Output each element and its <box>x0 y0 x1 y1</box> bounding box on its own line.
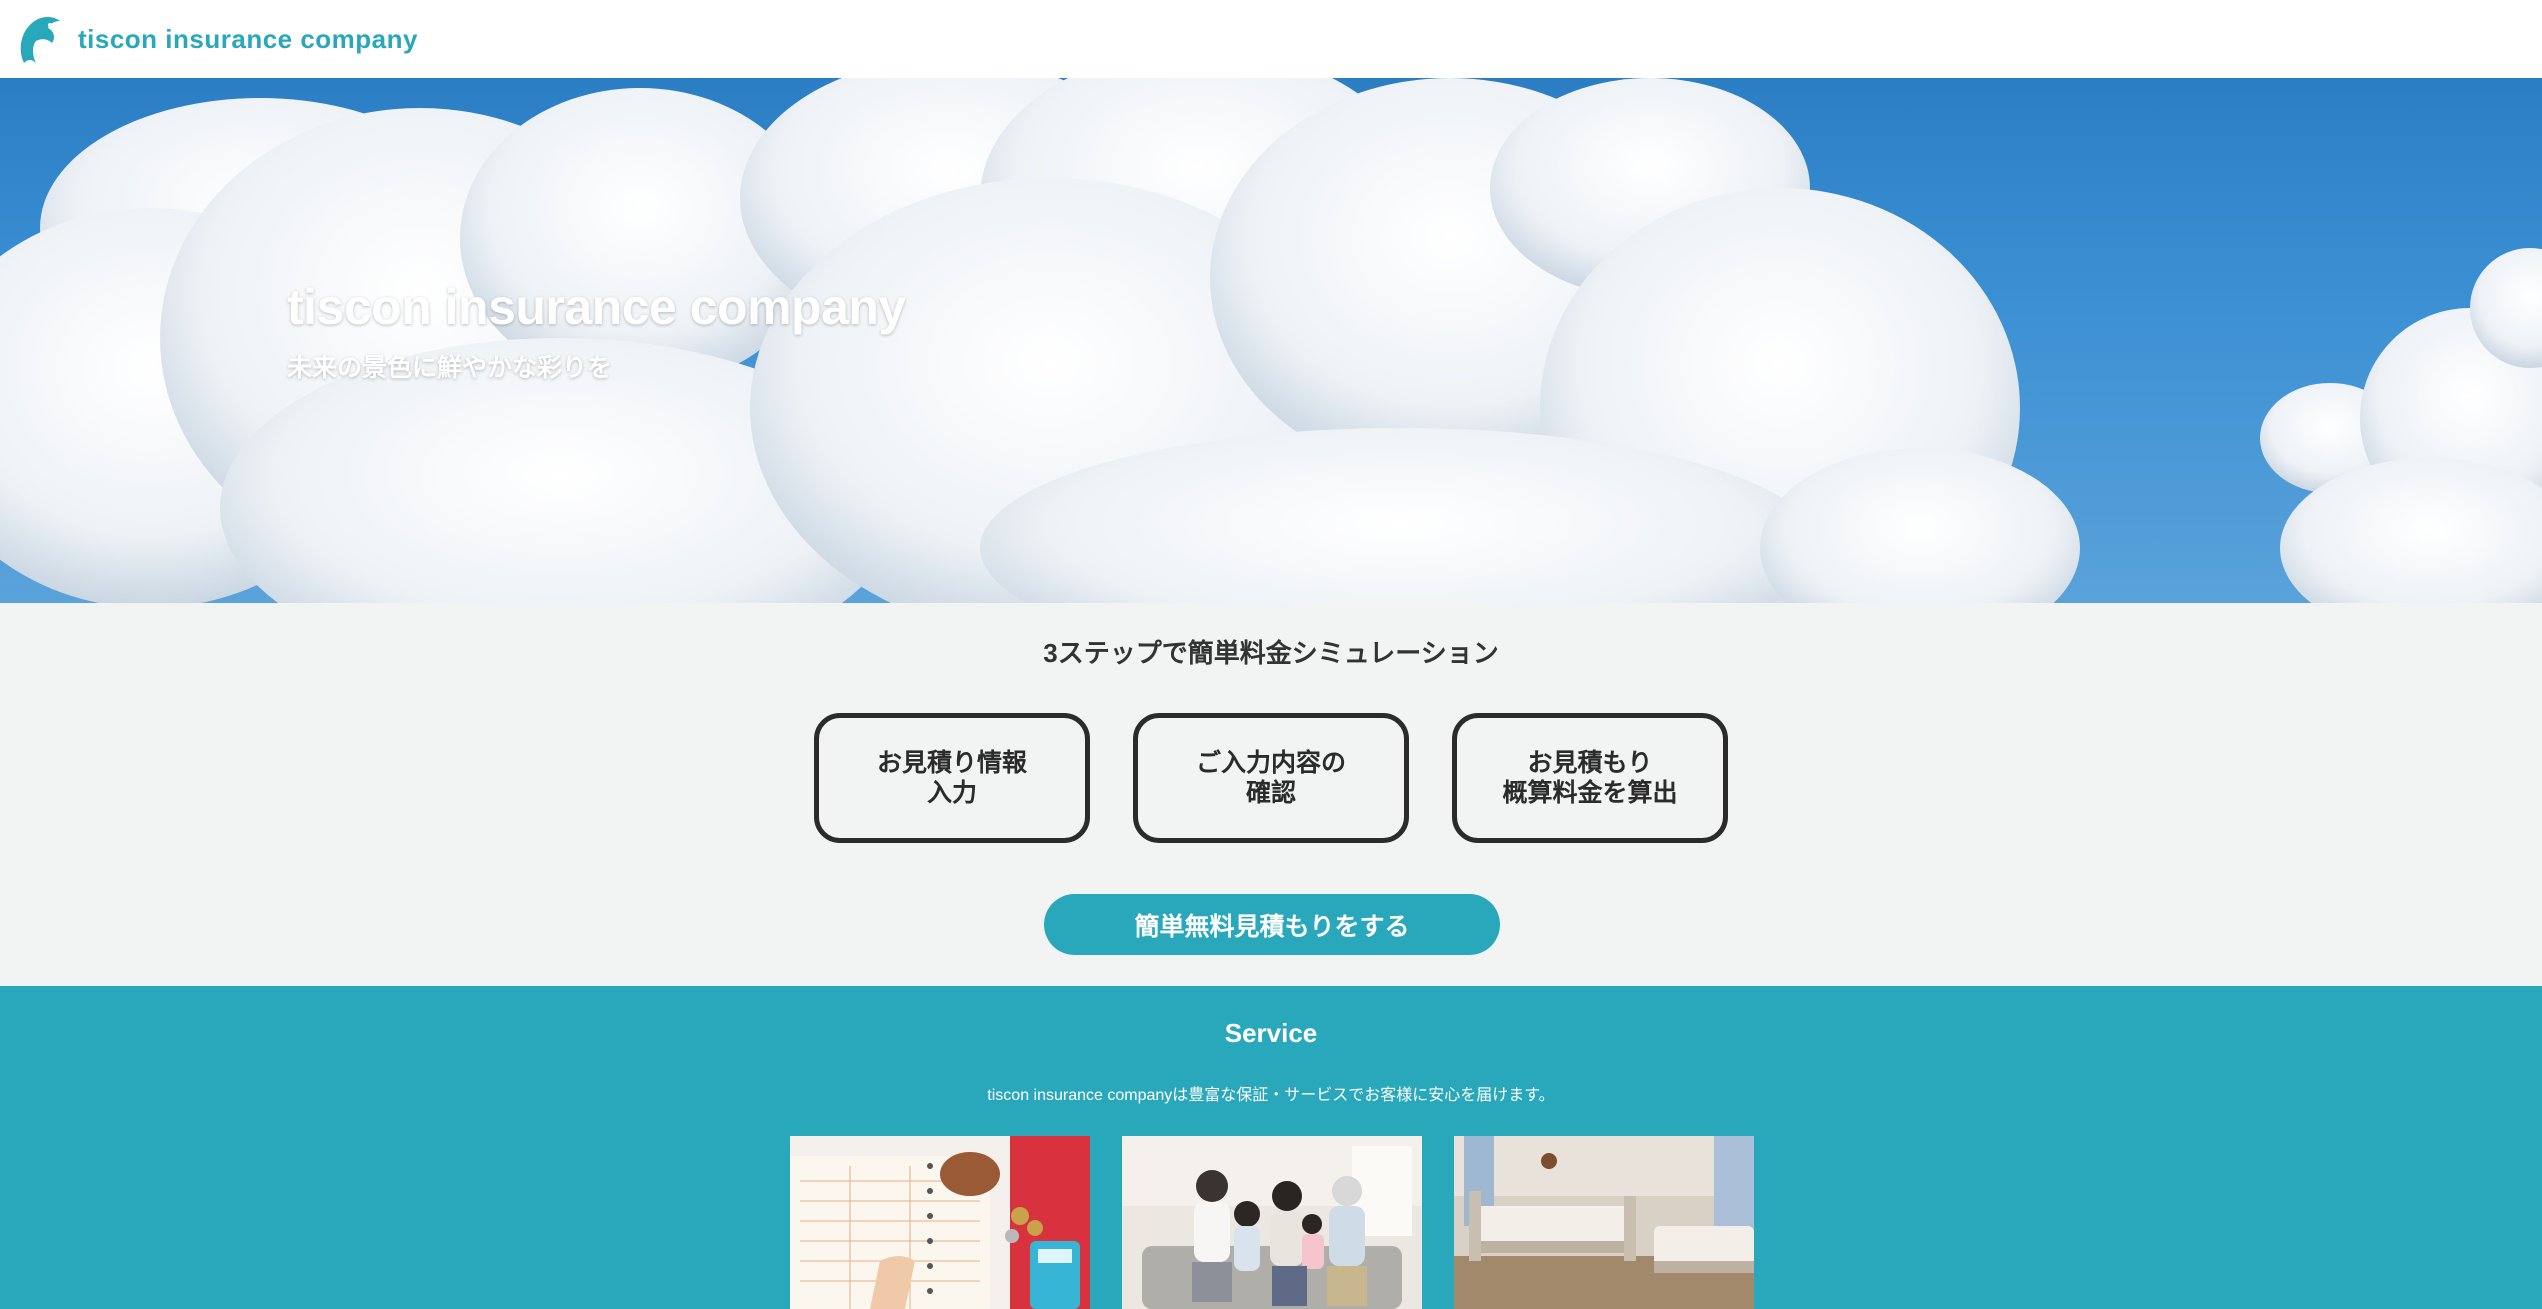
site-header: tiscon insurance company <box>0 0 2542 78</box>
dolphin-icon[interactable] <box>14 11 64 67</box>
step-3: お見積もり 概算料金を算出 <box>1452 713 1728 843</box>
service-description: tiscon insurance companyは豊富な保証・サービスでお客様に… <box>987 1087 1555 1104</box>
service-cards <box>790 1136 1754 1309</box>
step-2: ご入力内容の 確認 <box>1133 713 1409 843</box>
hero-title: tiscon insurance company <box>287 279 906 335</box>
service-card-family[interactable] <box>1122 1136 1422 1309</box>
free-estimate-button[interactable]: 簡単無料見積もりをする <box>1044 894 1500 955</box>
service-section: Service tiscon insurance companyは豊富な保証・サ… <box>0 986 2542 1309</box>
brand-name[interactable]: tiscon insurance company <box>78 24 418 55</box>
simulation-section: 3ステップで簡単料金シミュレーション お見積り情報 入力 ご入力内容の 確認 お… <box>0 603 2542 986</box>
hero-text: tiscon insurance company 未来の景色に鮮やかな彩りを <box>287 278 906 384</box>
hospital-bed-image <box>1454 1136 1754 1309</box>
service-title: Service <box>1224 1018 1318 1048</box>
hero-subtitle: 未来の景色に鮮やかな彩りを <box>287 354 613 382</box>
steps-list: お見積り情報 入力 ご入力内容の 確認 お見積もり 概算料金を算出 <box>814 713 1728 843</box>
family-image <box>1122 1136 1422 1309</box>
calculator-image <box>790 1136 1090 1309</box>
step-1: お見積り情報 入力 <box>814 713 1090 843</box>
simulation-title: 3ステップで簡単料金シミュレーション <box>1043 638 1499 668</box>
service-card-calculator[interactable] <box>790 1136 1090 1309</box>
service-card-hospital[interactable] <box>1454 1136 1754 1309</box>
hero-banner: tiscon insurance company 未来の景色に鮮やかな彩りを <box>0 78 2542 603</box>
